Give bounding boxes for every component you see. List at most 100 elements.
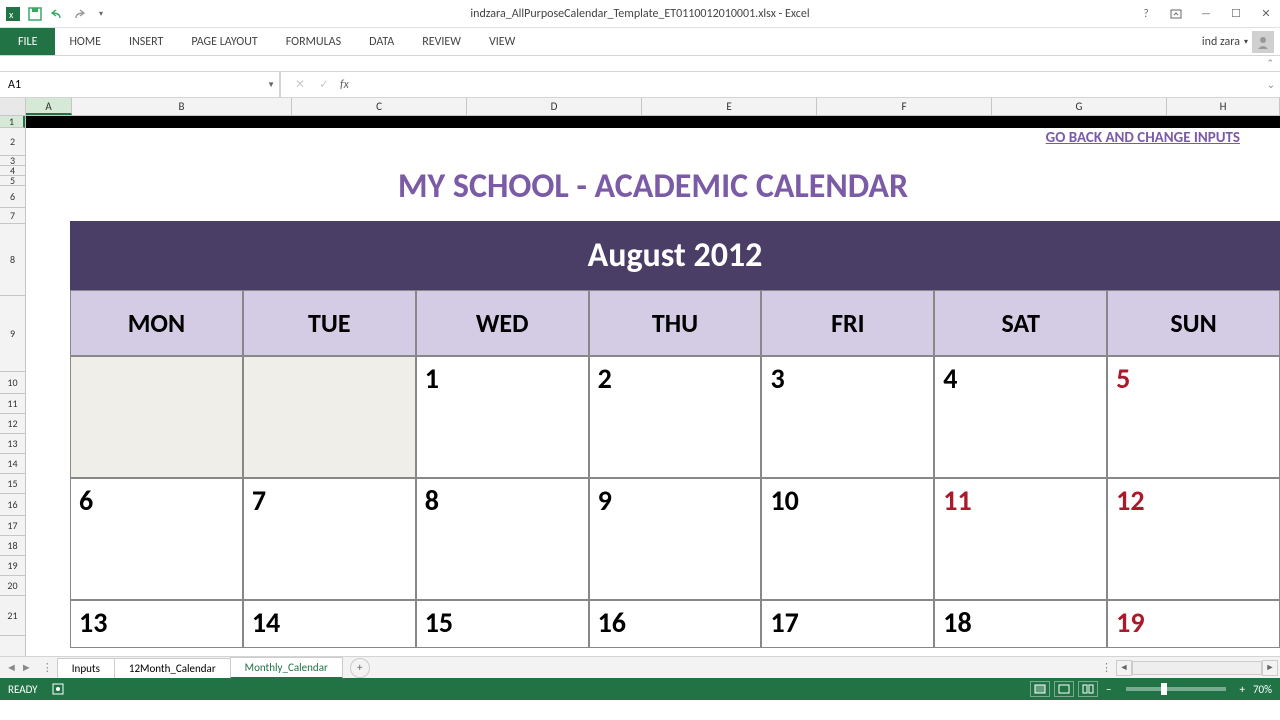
user-avatar-icon[interactable] (1252, 31, 1274, 53)
row-header[interactable]: 20 (0, 576, 25, 596)
calendar-cell[interactable]: 7 (243, 478, 416, 600)
sheet-tab-inputs[interactable]: Inputs (57, 658, 115, 678)
calendar-cell[interactable]: 8 (416, 478, 589, 600)
page-layout-view-icon[interactable] (1054, 681, 1074, 697)
file-tab[interactable]: FILE (0, 28, 55, 55)
col-header-c[interactable]: C (292, 98, 467, 115)
col-header-e[interactable]: E (642, 98, 817, 115)
row-header[interactable]: 5 (0, 176, 25, 186)
row-header[interactable]: 14 (0, 454, 25, 474)
col-header-a[interactable]: A (26, 98, 72, 115)
calendar-cell[interactable]: 3 (761, 356, 934, 478)
help-icon[interactable]: ? (1134, 4, 1158, 24)
calendar-cell[interactable]: 5 (1107, 356, 1280, 478)
col-header-d[interactable]: D (467, 98, 642, 115)
formula-bar-expand-icon[interactable]: ⌄ (1262, 78, 1280, 91)
calendar-cell[interactable]: 16 (589, 600, 762, 648)
horizontal-scrollbar: ⋮ ◄ ► (1097, 660, 1280, 676)
row-header[interactable]: 12 (0, 414, 25, 434)
calendar-cell[interactable]: 6 (70, 478, 243, 600)
tab-view[interactable]: VIEW (475, 28, 529, 55)
col-header-g[interactable]: G (992, 98, 1167, 115)
row-header[interactable]: 18 (0, 536, 25, 556)
save-icon[interactable] (26, 5, 44, 23)
qat-customize-icon[interactable]: ▾ (92, 5, 110, 23)
undo-icon[interactable] (48, 5, 66, 23)
row-header[interactable]: 7 (0, 208, 25, 224)
excel-app-icon[interactable]: x (4, 5, 22, 23)
zoom-out-icon[interactable]: − (1102, 683, 1115, 696)
sheet-tab-12month[interactable]: 12Month_Calendar (114, 658, 231, 678)
scroll-split-handle[interactable]: ⋮ (1097, 661, 1116, 674)
col-header-h[interactable]: H (1167, 98, 1280, 115)
row-header[interactable]: 15 (0, 474, 25, 494)
row-header[interactable]: 13 (0, 434, 25, 454)
status-ready: READY (8, 683, 38, 696)
cancel-formula-icon[interactable]: ✕ (288, 77, 312, 92)
row-header[interactable]: 21 (0, 596, 25, 636)
normal-view-icon[interactable] (1030, 681, 1050, 697)
calendar-cell[interactable]: 15 (416, 600, 589, 648)
add-sheet-icon[interactable]: + (350, 658, 370, 678)
user-name[interactable]: ind zara (1202, 35, 1240, 49)
ribbon-options-icon[interactable] (1164, 4, 1188, 24)
tab-formulas[interactable]: FORMULAS (272, 28, 355, 55)
calendar-cell[interactable]: 19 (1107, 600, 1280, 648)
calendar-cell[interactable] (243, 356, 416, 478)
ribbon-expand-icon[interactable]: ⌃ (1266, 58, 1274, 69)
calendar-cell[interactable]: 4 (934, 356, 1107, 478)
tab-review[interactable]: REVIEW (408, 28, 475, 55)
close-icon[interactable]: ✕ (1254, 4, 1278, 24)
page-break-view-icon[interactable] (1078, 681, 1098, 697)
calendar-cell[interactable]: 18 (934, 600, 1107, 648)
fx-icon[interactable]: fx (336, 78, 353, 92)
calendar-cell[interactable]: 1 (416, 356, 589, 478)
macro-record-icon[interactable] (52, 683, 64, 695)
formula-input[interactable] (353, 78, 1262, 92)
select-all-triangle[interactable] (0, 98, 26, 115)
row-header[interactable]: 8 (0, 224, 25, 296)
calendar-cell[interactable]: 12 (1107, 478, 1280, 600)
row-header[interactable]: 1 (0, 116, 25, 128)
row-header[interactable]: 16 (0, 494, 25, 516)
scroll-track[interactable] (1132, 661, 1262, 675)
row-header[interactable]: 19 (0, 556, 25, 576)
redo-icon[interactable] (70, 5, 88, 23)
row-header[interactable]: 10 (0, 372, 25, 394)
enter-formula-icon[interactable]: ✓ (312, 77, 336, 92)
calendar-cell[interactable]: 14 (243, 600, 416, 648)
calendar-cell[interactable]: 13 (70, 600, 243, 648)
tab-data[interactable]: DATA (355, 28, 408, 55)
row-header[interactable]: 6 (0, 186, 25, 208)
calendar-cell[interactable]: 2 (589, 356, 762, 478)
scroll-right-icon[interactable]: ► (1262, 660, 1278, 676)
col-header-f[interactable]: F (817, 98, 992, 115)
name-box[interactable]: A1 ▼ (0, 72, 280, 97)
sheet-tab-monthly[interactable]: Monthly_Calendar (230, 657, 343, 679)
name-box-dropdown-icon[interactable]: ▼ (267, 80, 275, 90)
maximize-icon[interactable]: ☐ (1224, 4, 1248, 24)
tab-insert[interactable]: INSERT (115, 28, 177, 55)
sheet-area[interactable]: GO BACK AND CHANGE INPUTS MY SCHOOL - AC… (26, 116, 1280, 656)
tab-page-layout[interactable]: PAGE LAYOUT (177, 28, 271, 55)
zoom-slider[interactable] (1126, 687, 1226, 691)
row-header[interactable]: 11 (0, 394, 25, 414)
scroll-left-icon[interactable]: ◄ (1116, 660, 1132, 676)
status-bar: READY − + 70% (0, 678, 1280, 700)
row-header[interactable]: 17 (0, 516, 25, 536)
col-header-b[interactable]: B (72, 98, 292, 115)
calendar-cell[interactable]: 10 (761, 478, 934, 600)
calendar-cell[interactable]: 9 (589, 478, 762, 600)
calendar-cell[interactable]: 17 (761, 600, 934, 648)
sheet-nav-handle[interactable]: ⋮ (38, 661, 57, 674)
calendar-cell[interactable] (70, 356, 243, 478)
go-back-link[interactable]: GO BACK AND CHANGE INPUTS (1046, 129, 1240, 147)
zoom-level[interactable]: 70% (1253, 683, 1272, 696)
calendar-cell[interactable]: 11 (934, 478, 1107, 600)
zoom-in-icon[interactable]: + (1236, 683, 1249, 696)
minimize-icon[interactable]: — (1194, 4, 1218, 24)
tab-home[interactable]: HOME (55, 28, 115, 55)
row-header[interactable]: 2 (0, 128, 25, 156)
sheet-nav[interactable]: ◄► (0, 661, 38, 674)
row-header[interactable]: 9 (0, 296, 25, 372)
